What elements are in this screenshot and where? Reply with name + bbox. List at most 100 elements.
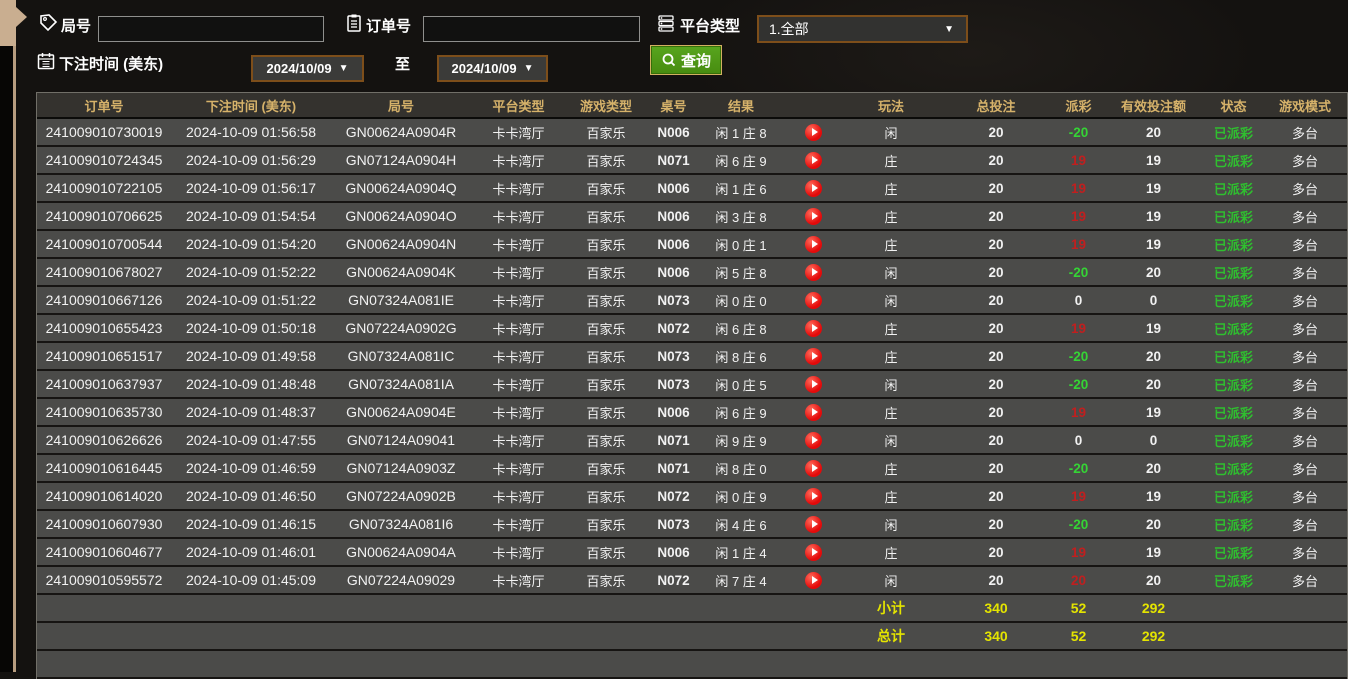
cell-total-bet: 20 — [988, 516, 1004, 532]
cell-result: 闲 0 庄 9 — [715, 489, 767, 505]
cell-payout: -20 — [1068, 376, 1089, 392]
table-row[interactable]: 241009010678027 2024-10-09 01:52:22 GN00… — [37, 259, 1347, 287]
table-row[interactable]: 241009010604677 2024-10-09 01:46:01 GN00… — [37, 539, 1347, 567]
table-row[interactable]: 241009010614020 2024-10-09 01:46:50 GN07… — [37, 483, 1347, 511]
cell-table-number: N006 — [657, 124, 690, 140]
table-row[interactable]: 241009010595572 2024-10-09 01:45:09 GN07… — [37, 567, 1347, 595]
cell-round-number: GN00624A0904N — [345, 236, 457, 252]
table-row[interactable]: 241009010637937 2024-10-09 01:48:48 GN07… — [37, 371, 1347, 399]
cell-order-number: 241009010637937 — [45, 376, 163, 392]
cell-game-type: 百家乐 — [586, 545, 626, 561]
table-row[interactable]: 241009010607930 2024-10-09 01:46:15 GN07… — [37, 511, 1347, 539]
cell-payout: -20 — [1068, 124, 1089, 140]
cell-bet-time: 2024-10-09 01:47:55 — [186, 432, 316, 448]
cell-table-number: N071 — [657, 460, 690, 476]
cell-status: 已派彩 — [1213, 125, 1253, 141]
cell-video — [781, 123, 846, 141]
cell-valid-bet: 19 — [1145, 180, 1162, 196]
cell-bet-time: 2024-10-09 01:51:22 — [186, 292, 316, 308]
sidebar-collapse-handle[interactable] — [0, 0, 16, 46]
cell-table-number: N006 — [657, 180, 690, 196]
table-row[interactable]: 241009010635730 2024-10-09 01:48:37 GN00… — [37, 399, 1347, 427]
cell-payout: 0 — [1074, 432, 1083, 448]
order-number-label: 订单号 — [366, 18, 412, 35]
cell-game-mode: 多台 — [1291, 209, 1318, 225]
table-row[interactable]: 241009010722105 2024-10-09 01:56:17 GN00… — [37, 175, 1347, 203]
cell-game-type: 百家乐 — [586, 125, 626, 141]
cell-valid-bet: 20 — [1145, 376, 1162, 392]
cell-result: 闲 1 庄 4 — [715, 545, 767, 561]
play-video-icon[interactable] — [805, 235, 822, 253]
cell-game-type: 百家乐 — [586, 237, 626, 253]
date-from-select[interactable]: 2024/10/09 ▼ — [251, 55, 364, 82]
cell-game-mode: 多台 — [1291, 461, 1318, 477]
cell-game-type: 百家乐 — [586, 349, 626, 365]
play-video-icon[interactable] — [805, 151, 822, 169]
table-row[interactable]: 241009010651517 2024-10-09 01:49:58 GN07… — [37, 343, 1347, 371]
play-video-icon[interactable] — [805, 375, 822, 393]
cell-round-number: GN00624A0904K — [346, 264, 456, 280]
play-video-icon[interactable] — [805, 263, 822, 281]
date-to-select[interactable]: 2024/10/09 ▼ — [437, 55, 548, 82]
play-video-icon[interactable] — [805, 431, 822, 449]
table-row[interactable]: 241009010706625 2024-10-09 01:54:54 GN00… — [37, 203, 1347, 231]
cell-video — [781, 347, 846, 365]
cell-table-number: N071 — [657, 432, 690, 448]
cell-order-number: 241009010607930 — [45, 516, 163, 532]
table-row[interactable]: 241009010655423 2024-10-09 01:50:18 GN07… — [37, 315, 1347, 343]
order-number-input[interactable] — [423, 16, 640, 42]
play-video-icon[interactable] — [805, 319, 822, 337]
server-list-icon — [656, 13, 676, 33]
platform-type-select[interactable]: 1.全部 ▼ — [757, 15, 968, 43]
play-video-icon[interactable] — [805, 515, 822, 533]
header-payout: 派彩 — [1065, 98, 1092, 114]
cell-valid-bet: 20 — [1145, 572, 1162, 588]
table-row[interactable]: 241009010667126 2024-10-09 01:51:22 GN07… — [37, 287, 1347, 315]
sidebar-expand-arrow-icon[interactable] — [16, 7, 27, 27]
cell-valid-bet: 19 — [1145, 404, 1162, 420]
bet-time-label: 下注时间 (美东) — [59, 56, 164, 73]
cell-game-mode: 多台 — [1291, 153, 1318, 169]
cell-play-type: 庄 — [884, 461, 898, 477]
cell-bet-time: 2024-10-09 01:50:18 — [186, 320, 316, 336]
cell-game-type: 百家乐 — [586, 517, 626, 533]
table-row[interactable]: 241009010724345 2024-10-09 01:56:29 GN07… — [37, 147, 1347, 175]
cell-payout: -20 — [1068, 264, 1089, 280]
play-video-icon[interactable] — [805, 179, 822, 197]
subtotal-valid-bet: 292 — [1141, 600, 1166, 616]
table-row[interactable]: 241009010626626 2024-10-09 01:47:55 GN07… — [37, 427, 1347, 455]
query-button[interactable]: 查询 — [650, 45, 723, 75]
play-video-icon[interactable] — [805, 571, 822, 589]
cell-round-number: GN07124A0904H — [345, 152, 457, 168]
cell-platform: 卡卡湾厅 — [492, 237, 545, 253]
play-video-icon[interactable] — [805, 487, 822, 505]
tag-icon — [38, 13, 58, 33]
play-video-icon[interactable] — [805, 543, 822, 561]
cell-payout: 19 — [1070, 544, 1087, 560]
cell-platform: 卡卡湾厅 — [492, 181, 545, 197]
play-video-icon[interactable] — [805, 403, 822, 421]
cell-result: 闲 1 庄 6 — [715, 181, 767, 197]
play-video-icon[interactable] — [805, 123, 822, 141]
cell-order-number: 241009010655423 — [45, 320, 163, 336]
cell-video — [781, 263, 846, 281]
cell-play-type: 庄 — [884, 405, 898, 421]
play-video-icon[interactable] — [805, 347, 822, 365]
play-video-icon[interactable] — [805, 207, 822, 225]
play-video-icon[interactable] — [805, 459, 822, 477]
cell-table-number: N073 — [657, 376, 690, 392]
cell-game-mode: 多台 — [1291, 181, 1318, 197]
cell-video — [781, 319, 846, 337]
chevron-down-icon: ▼ — [523, 63, 534, 74]
cell-game-type: 百家乐 — [586, 573, 626, 589]
grand-total-total-bet: 340 — [984, 628, 1008, 644]
round-number-input[interactable] — [98, 16, 324, 42]
table-row[interactable]: 241009010730019 2024-10-09 01:56:58 GN00… — [37, 119, 1347, 147]
grand-total-label: 总计 — [877, 628, 905, 644]
cell-total-bet: 20 — [988, 292, 1004, 308]
play-video-icon[interactable] — [805, 291, 822, 309]
table-row[interactable]: 241009010700544 2024-10-09 01:54:20 GN00… — [37, 231, 1347, 259]
table-row[interactable]: 241009010616445 2024-10-09 01:46:59 GN07… — [37, 455, 1347, 483]
cell-payout: -20 — [1068, 516, 1089, 532]
cell-result: 闲 3 庄 8 — [715, 209, 767, 225]
